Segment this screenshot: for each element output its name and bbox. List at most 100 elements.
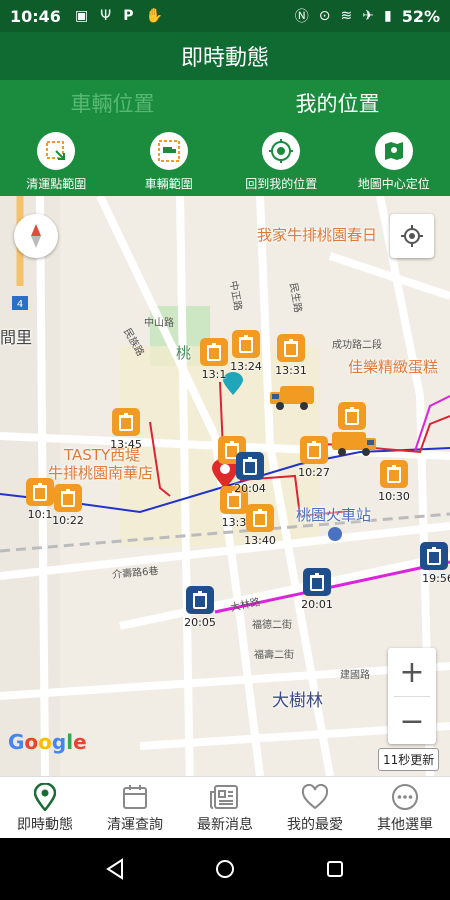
tool-label: 地圖中心定位 [357, 177, 430, 191]
vehicle-range-icon [149, 132, 188, 170]
trash-bin-icon [303, 568, 331, 596]
status-bar: 10:46 ▣ Ψ P ✋ Ⓝ ⊙ ≋ ✈ ▮ 52% [0, 0, 450, 32]
nav-label: 清運查詢 [107, 816, 163, 833]
nav-favorites[interactable]: 我的最愛 [270, 777, 360, 838]
hand-icon: ✋ [145, 8, 163, 24]
collection-point-marker[interactable]: 13:45 [110, 408, 142, 451]
tab-vehicle-position[interactable]: 車輛位置 [0, 80, 225, 126]
marker-time-label: 13:24 [230, 360, 262, 373]
garbage-truck-icon[interactable] [330, 430, 378, 458]
airplane-icon: ✈ [362, 8, 374, 24]
back-to-my-location-button[interactable]: 回到我的位置 [225, 126, 338, 196]
collection-point-marker[interactable] [338, 402, 366, 430]
tab-label: 我的位置 [295, 92, 380, 116]
map-center-icon [374, 132, 413, 170]
nav-collection-query[interactable]: 清運查詢 [90, 777, 180, 838]
crosshair-icon [401, 225, 423, 247]
map-center-button[interactable]: 地圖中心定位 [338, 126, 450, 196]
tool-label: 清運點範圍 [26, 177, 87, 191]
collection-point-marker[interactable]: 10:22 [52, 484, 84, 527]
truck-stop-marker[interactable]: 19:56 [420, 542, 450, 585]
tab-my-position[interactable]: 我的位置 [225, 80, 450, 126]
area-label: 間里 [0, 328, 33, 347]
page-title: 即時動態 [180, 46, 269, 71]
trash-bin-icon [300, 436, 328, 464]
district-label: 大樹林 [272, 691, 323, 711]
notification-icons: ▣ Ψ P ✋ [75, 8, 163, 24]
marker-time-label: 10:30 [378, 490, 410, 503]
system-navigation-bar [0, 838, 450, 900]
poi-label: 佳樂精緻蛋糕 [348, 358, 439, 376]
truck-stop-marker[interactable]: 20:04 [234, 452, 266, 495]
nav-label: 我的最愛 [287, 816, 343, 833]
heart-icon [301, 782, 329, 812]
trash-bin-icon [338, 402, 366, 430]
marker-time-label: 20:04 [234, 482, 266, 495]
recents-icon[interactable] [325, 859, 345, 879]
page-title-bar: 即時動態 [0, 32, 450, 80]
poi-label: 我家牛排桃園春日 [257, 226, 378, 244]
truck-stop-marker[interactable]: 20:05 [184, 586, 216, 629]
nav-realtime[interactable]: 即時動態 [0, 777, 90, 838]
trash-bin-icon [420, 542, 448, 570]
zoom-out-button[interactable]: − [388, 697, 436, 745]
collection-point-marker[interactable]: 10:30 [378, 460, 410, 503]
tool-label: 車輛範圍 [144, 177, 193, 191]
collection-point-marker[interactable]: 10:27 [298, 436, 330, 479]
trash-bin-icon [232, 330, 260, 358]
station-label: 桃園火車站 [296, 506, 372, 524]
svg-text:4: 4 [17, 299, 23, 310]
map-view[interactable]: 4 我家牛排桃園春日 佳樂精緻蛋糕 TASTY西堤 牛排桃園南華店 桃園火車站 … [0, 196, 450, 776]
marker-time-label: 13:31 [275, 364, 307, 377]
marker-time-label: 13:45 [110, 438, 142, 451]
my-location-map-button[interactable] [390, 214, 434, 258]
trash-bin-icon [246, 504, 274, 532]
back-icon[interactable] [105, 858, 125, 880]
range-select-icon [37, 132, 76, 170]
refresh-countdown: 11秒更新 [378, 748, 440, 771]
street-label: 中山路 [144, 318, 174, 329]
garbage-truck-icon[interactable] [268, 384, 316, 412]
compass-button[interactable] [14, 214, 58, 258]
nav-news[interactable]: 最新消息 [180, 777, 270, 838]
status-time: 10:46 [10, 6, 61, 26]
compass-icon [31, 224, 41, 248]
collection-point-marker[interactable]: 13:40 [244, 504, 276, 547]
battery-icon: ▮ [383, 8, 392, 24]
zoom-in-button[interactable]: + [388, 648, 436, 696]
trash-bin-icon [380, 460, 408, 488]
marker-time-label: 10:22 [52, 514, 84, 527]
marker-time-label: 10:27 [298, 466, 330, 479]
calendar-icon [122, 782, 148, 812]
nav-label: 即時動態 [17, 816, 73, 833]
collection-point-marker[interactable]: 13:31 [275, 334, 307, 377]
nav-label: 最新消息 [197, 816, 253, 833]
home-icon[interactable] [214, 858, 236, 880]
area-label: 桃 [176, 344, 192, 362]
nav-more[interactable]: 其他選單 [360, 777, 450, 838]
more-icon [391, 782, 419, 812]
battery-percent: 52% [401, 6, 440, 26]
truck-stop-marker[interactable]: 20:01 [301, 568, 333, 611]
trash-bin-icon [236, 452, 264, 480]
trash-bin-icon [54, 484, 82, 512]
marker-time-label: 20:01 [301, 598, 333, 611]
image-notification-icon: ▣ [74, 8, 89, 24]
parking-icon: P [123, 8, 134, 24]
poi-label: 牛排桃園南華店 [48, 464, 154, 482]
marker-time-label: 20:05 [184, 616, 216, 629]
location-status-icon: ⊙ [318, 8, 331, 24]
trash-bin-icon [112, 408, 140, 436]
my-location-icon [262, 132, 301, 170]
street-label: 成功路二段 [332, 340, 382, 351]
trash-bin-icon [26, 478, 54, 506]
tab-label: 車輛位置 [70, 92, 155, 116]
collection-point-marker[interactable]: 13:24 [230, 330, 262, 373]
vehicle-range-button[interactable]: 車輛範圍 [113, 126, 226, 196]
collection-point-range-button[interactable]: 清運點範圍 [0, 126, 113, 196]
collection-point-marker[interactable]: 10:1 [26, 478, 54, 521]
trash-bin-icon [186, 586, 214, 614]
nfc-icon: Ⓝ [294, 9, 309, 25]
google-logo: Google [8, 730, 87, 754]
marker-time-label: 13:40 [244, 534, 276, 547]
